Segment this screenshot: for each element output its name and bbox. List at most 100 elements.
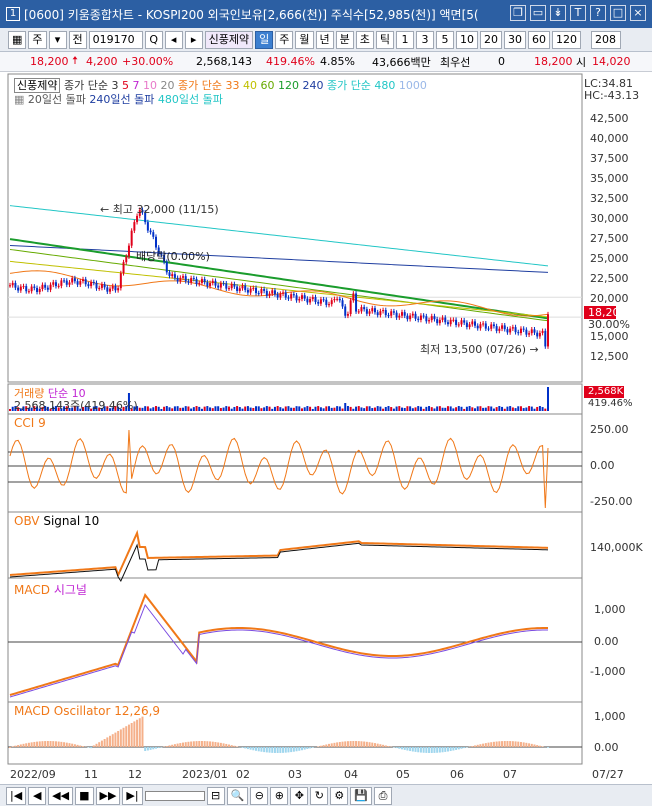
macd-legend: MACD 시그널 — [14, 581, 87, 598]
settings-icon[interactable]: ⚙ — [330, 786, 349, 805]
osc-bar — [398, 747, 401, 749]
volume-bar — [503, 408, 506, 411]
xtick-04: 04 — [344, 768, 358, 781]
candle-body — [95, 282, 98, 289]
osc-bar — [19, 744, 22, 747]
volume-bar — [452, 408, 455, 411]
osc-ytick-0: 0.00 — [594, 741, 619, 754]
volume-bar — [476, 406, 479, 411]
volume-bar — [468, 406, 471, 411]
zoom-in-icon[interactable]: ⊕ — [270, 786, 289, 805]
osc-bar — [230, 745, 233, 747]
volume-bar — [419, 406, 422, 411]
osc-bar — [279, 747, 282, 753]
candle-body — [109, 288, 112, 292]
save-icon[interactable]: 💾 — [350, 786, 372, 805]
volume-bar — [346, 406, 349, 411]
candle-body — [365, 309, 368, 314]
pause-icon[interactable]: ■ — [75, 786, 94, 805]
osc-bar — [295, 747, 298, 752]
osc-bar — [236, 746, 239, 747]
volume-bar — [230, 408, 233, 411]
osc-bar — [146, 747, 149, 751]
ytick-37500: 37,500 — [590, 152, 629, 165]
scroll-right-icon[interactable]: ▶▶ — [95, 786, 121, 805]
candle-body — [311, 297, 314, 300]
candle-body — [325, 299, 328, 305]
osc-bar — [173, 744, 176, 747]
osc-bar — [355, 741, 358, 747]
candle-body — [149, 230, 152, 233]
osc-bar — [403, 747, 406, 750]
obv-legend: OBV Signal 10 — [14, 514, 99, 528]
osc-bar — [184, 742, 187, 747]
osc-bar — [182, 742, 185, 747]
candle-body — [127, 245, 130, 257]
volume-bar — [392, 408, 395, 411]
volume-bar — [276, 406, 279, 411]
osc-bar — [271, 747, 274, 753]
osc-bar — [514, 741, 517, 747]
volume-tag-pct: 419.46% — [588, 398, 633, 409]
xtick-06: 06 — [450, 768, 464, 781]
scroll-left-icon[interactable]: ◀◀ — [48, 786, 74, 805]
pan-icon[interactable]: ✥ — [290, 786, 309, 805]
volume-bar — [157, 406, 160, 411]
first-page-icon[interactable]: |◀ — [6, 786, 27, 805]
candle-body — [449, 319, 452, 325]
volume-bar — [530, 406, 533, 411]
candle-body — [433, 316, 436, 320]
candle-body — [100, 284, 103, 288]
osc-bar — [209, 741, 212, 747]
volume-bar — [517, 406, 520, 411]
osc-bar — [195, 741, 198, 747]
refresh-icon[interactable]: ↻ — [310, 786, 329, 805]
osc-bar — [382, 744, 385, 747]
prev-page-icon[interactable]: ◀ — [28, 786, 47, 805]
osc-bar — [211, 741, 214, 747]
macd-line — [9, 592, 549, 696]
volume-bar — [306, 406, 309, 411]
volume-bar — [401, 407, 404, 411]
candle-body — [19, 286, 22, 291]
osc-bar — [214, 742, 217, 747]
scroll-slider[interactable] — [144, 790, 205, 801]
volume-bar — [290, 407, 293, 411]
candle-body — [406, 315, 409, 320]
osc-bar — [333, 742, 336, 747]
osc-bar — [157, 747, 160, 749]
osc-bar — [168, 745, 171, 747]
volume-bar — [255, 406, 258, 411]
osc-bar — [176, 743, 179, 747]
osc-bar — [541, 746, 544, 747]
osc-bar — [111, 734, 114, 747]
volume-bar — [387, 406, 390, 411]
osc-bar — [547, 747, 549, 748]
volume-bar — [457, 406, 460, 411]
osc-bar — [63, 742, 66, 747]
volume-bar — [384, 406, 387, 411]
osc-bar — [244, 747, 247, 749]
volume-bar — [449, 406, 452, 411]
osc-bar — [387, 746, 390, 747]
volume-bar — [182, 407, 185, 411]
zoom-icon[interactable]: ⊟ — [206, 786, 225, 805]
print-icon[interactable]: ⎙ — [374, 786, 392, 805]
next-page-icon[interactable]: ▶| — [122, 786, 143, 805]
osc-bar — [9, 747, 11, 748]
zoom-out-icon[interactable]: ⊖ — [250, 786, 269, 805]
candle-body — [484, 323, 487, 329]
osc-bar — [287, 747, 290, 753]
osc-bar — [52, 741, 55, 747]
candle-body — [501, 325, 504, 329]
osc-bar — [290, 747, 293, 753]
volume-bar — [501, 406, 504, 411]
ytick-20000: 20,000 — [590, 292, 629, 305]
volume-bar — [479, 406, 482, 411]
osc-bar — [476, 744, 479, 747]
candle-body — [352, 293, 355, 301]
candle-body — [368, 311, 371, 314]
candle-body — [200, 279, 203, 283]
search-chart-icon[interactable]: 🔍 — [226, 786, 249, 805]
volume-bar — [222, 407, 225, 411]
